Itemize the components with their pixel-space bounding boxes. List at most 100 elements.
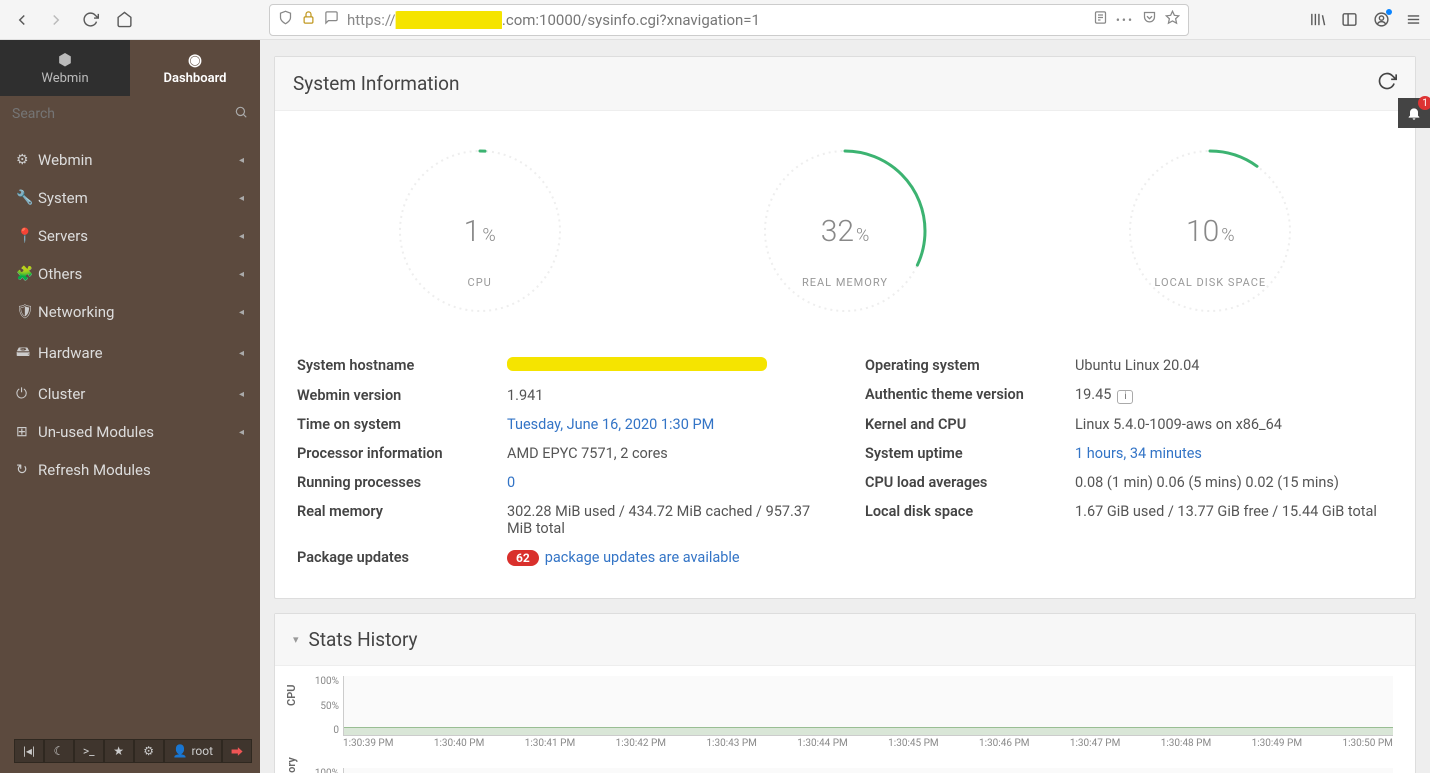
sidebar-item-networking[interactable]: 🛡Networking◂ <box>0 293 260 331</box>
menu-item-icon: 🔧 <box>16 190 38 206</box>
os-value: Ubuntu Linux 20.04 <box>1075 357 1393 374</box>
chat-icon <box>324 10 339 29</box>
stats-history-panel: ▾ Stats History CPU100%50%01:30:39 PM1:3… <box>274 613 1416 773</box>
tab-label: Webmin <box>41 71 88 86</box>
menu-item-icon: ⊞ <box>16 424 38 440</box>
tab-webmin[interactable]: ⬢ Webmin <box>0 40 130 96</box>
home-button[interactable] <box>110 6 138 34</box>
disk-label: Local disk space <box>865 503 1075 520</box>
gauge-label: CPU <box>468 276 492 289</box>
sidebar-item-cluster[interactable]: ⏻Cluster◂ <box>0 375 260 413</box>
time-link[interactable]: Tuesday, June 16, 2020 1:30 PM <box>507 416 714 433</box>
menu-item-label: Servers <box>38 227 239 245</box>
webmin-version-label: Webmin version <box>297 387 507 404</box>
menu-item-icon: 🧩 <box>16 266 38 282</box>
refresh-icon[interactable] <box>1377 71 1397 96</box>
user-icon: 👤 <box>173 744 188 758</box>
menu-item-label: Hardware <box>38 344 239 362</box>
content-area: 1 System Information 1%CPU32%REAL MEMORY… <box>260 40 1430 773</box>
plot-area <box>343 676 1393 736</box>
stats-chart-memory: Memory100%50%0 <box>285 768 1393 773</box>
sidebar-item-others[interactable]: 🧩Others◂ <box>0 255 260 293</box>
updates-badge: 62 <box>507 550 539 566</box>
back-button[interactable] <box>8 6 36 34</box>
search-icon[interactable] <box>234 104 248 123</box>
terminal-icon[interactable]: >_ <box>74 739 104 763</box>
browser-right-icons <box>1308 11 1422 29</box>
menu-item-label: Refresh Modules <box>38 461 244 479</box>
uptime-value: 1 hours, 34 minutes <box>1075 445 1393 462</box>
processes-link[interactable]: 0 <box>507 474 515 491</box>
realmem-label: Real memory <box>297 503 507 537</box>
chevron-left-icon: ◂ <box>239 307 244 318</box>
night-mode-icon[interactable]: ☾ <box>44 739 74 763</box>
stats-body: CPU100%50%01:30:39 PM1:30:40 PM1:30:41 P… <box>275 666 1415 773</box>
theme-value: 19.45i <box>1075 386 1393 404</box>
collapse-icon[interactable]: |◂| <box>14 739 44 763</box>
uptime-link[interactable]: 1 hours, 34 minutes <box>1075 445 1202 462</box>
menu-item-label: Others <box>38 265 239 283</box>
processes-value: 0 <box>507 474 825 491</box>
pocket-icon[interactable] <box>1142 10 1157 29</box>
url-bar[interactable]: https://██████████.com:10000/sysinfo.cgi… <box>269 4 1189 36</box>
chevron-left-icon: ◂ <box>239 348 244 359</box>
gauge-value: 1% <box>464 214 496 249</box>
profile-icon[interactable] <box>1372 11 1390 29</box>
plot-area <box>343 768 1393 773</box>
sidebar: ⬢ Webmin ◉ Dashboard ⚙Webmin◂🔧System◂📍Se… <box>0 40 260 773</box>
hostname-value <box>507 357 825 375</box>
sidebar-item-system[interactable]: 🔧System◂ <box>0 179 260 217</box>
load-value: 0.08 (1 min) 0.06 (5 mins) 0.02 (15 mins… <box>1075 474 1393 491</box>
favorite-icon[interactable]: ★ <box>104 739 134 763</box>
gauges-row: 1%CPU32%REAL MEMORY10%LOCAL DISK SPACE <box>297 141 1393 321</box>
library-icon[interactable] <box>1308 11 1326 29</box>
menu-item-icon: 🛡 <box>16 304 38 320</box>
updates-link[interactable]: package updates are available <box>545 549 740 566</box>
stats-chart-cpu: CPU100%50%01:30:39 PM1:30:40 PM1:30:41 P… <box>285 676 1393 756</box>
sidebar-item-webmin[interactable]: ⚙Webmin◂ <box>0 141 260 179</box>
user-label: root <box>191 744 213 758</box>
y-ticks: 100%50%0 <box>307 676 339 736</box>
y-axis-label: CPU <box>285 685 298 706</box>
sidebar-item-refresh-modules[interactable]: ↻Refresh Modules <box>0 451 260 489</box>
gauge-value: 32% <box>821 214 870 249</box>
gauge-cpu: 1% CPU <box>365 141 595 321</box>
info-grid: System hostname Webmin version1.941 Time… <box>297 351 1393 572</box>
tab-dashboard[interactable]: ◉ Dashboard <box>130 40 260 96</box>
menu-item-icon: 📍 <box>16 228 38 244</box>
menu-item-label: System <box>38 189 239 207</box>
shield-icon <box>278 10 293 29</box>
info-icon[interactable]: i <box>1117 390 1133 404</box>
logout-icon[interactable]: ⮕ <box>222 739 252 763</box>
search-input[interactable] <box>12 106 228 122</box>
sidebar-icon[interactable] <box>1340 11 1358 29</box>
os-label: Operating system <box>865 357 1075 374</box>
sidebar-toolbar: |◂| ☾ >_ ★ ⚙ 👤root ⮕ <box>0 729 260 773</box>
bookmark-star-icon[interactable] <box>1165 10 1180 29</box>
menu-item-label: Networking <box>38 303 239 321</box>
reader-mode-icon[interactable] <box>1093 10 1108 29</box>
user-button[interactable]: 👤root <box>164 739 223 763</box>
menu-item-label: Cluster <box>38 385 239 403</box>
forward-button[interactable] <box>42 6 70 34</box>
sidebar-item-un-used-modules[interactable]: ⊞Un-used Modules◂ <box>0 413 260 451</box>
gauge-label: LOCAL DISK SPACE <box>1154 276 1266 289</box>
panel-header: System Information <box>275 57 1415 111</box>
page-actions-icon[interactable]: ••• <box>1116 13 1134 27</box>
menu-item-icon: 🖴 <box>16 341 38 365</box>
webmin-version-value: 1.941 <box>507 387 825 404</box>
url-text: https://██████████.com:10000/sysinfo.cgi… <box>347 11 1085 29</box>
sidebar-item-servers[interactable]: 📍Servers◂ <box>0 217 260 255</box>
notification-tab[interactable]: 1 <box>1398 98 1430 128</box>
reload-button[interactable] <box>76 6 104 34</box>
menu-icon[interactable] <box>1404 11 1422 29</box>
menu-item-label: Un-used Modules <box>38 423 239 441</box>
chevron-left-icon: ◂ <box>239 389 244 400</box>
time-label: Time on system <box>297 416 507 433</box>
y-ticks: 100%50%0 <box>307 768 339 773</box>
chevron-left-icon: ◂ <box>239 269 244 280</box>
theme-label: Authentic theme version <box>865 386 1075 404</box>
sidebar-item-hardware[interactable]: 🖴Hardware◂ <box>0 331 260 375</box>
panel-header[interactable]: ▾ Stats History <box>275 614 1415 666</box>
settings-icon[interactable]: ⚙ <box>134 739 164 763</box>
